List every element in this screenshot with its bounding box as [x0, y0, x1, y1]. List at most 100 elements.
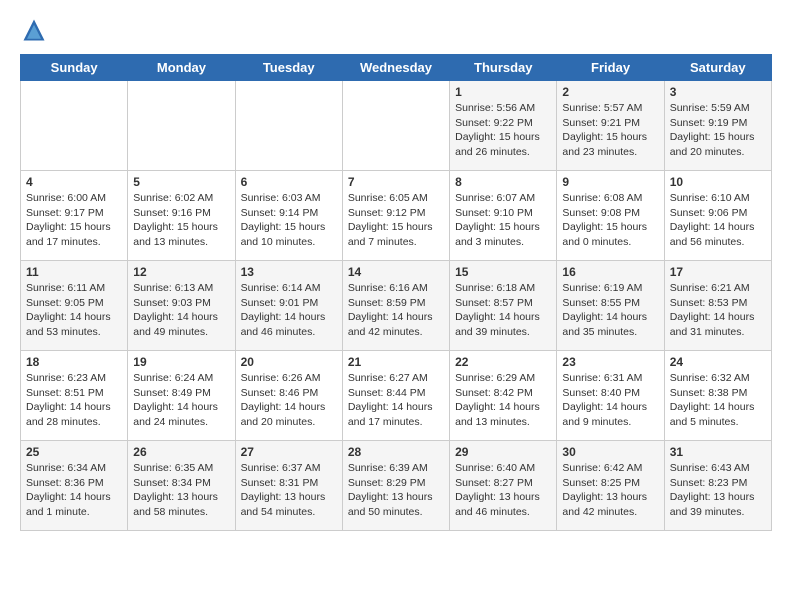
- calendar-cell: 28Sunrise: 6:39 AMSunset: 8:29 PMDayligh…: [342, 441, 449, 531]
- day-info: Daylight: 15 hours: [455, 220, 551, 235]
- day-info: Sunset: 8:29 PM: [348, 476, 444, 491]
- day-info: Daylight: 15 hours: [562, 130, 658, 145]
- calendar-cell: 20Sunrise: 6:26 AMSunset: 8:46 PMDayligh…: [235, 351, 342, 441]
- day-info: Sunset: 8:31 PM: [241, 476, 337, 491]
- day-info: Daylight: 14 hours: [133, 310, 229, 325]
- week-row-1: 1Sunrise: 5:56 AMSunset: 9:22 PMDaylight…: [21, 81, 772, 171]
- day-info: Sunrise: 6:08 AM: [562, 191, 658, 206]
- day-info: Daylight: 13 hours: [670, 490, 766, 505]
- day-info: and 20 minutes.: [670, 145, 766, 160]
- day-info: Sunrise: 6:37 AM: [241, 461, 337, 476]
- day-number: 18: [26, 355, 122, 369]
- day-number: 30: [562, 445, 658, 459]
- day-info: and 9 minutes.: [562, 415, 658, 430]
- day-info: Sunset: 9:03 PM: [133, 296, 229, 311]
- day-info: Daylight: 13 hours: [133, 490, 229, 505]
- day-info: and 13 minutes.: [133, 235, 229, 250]
- day-info: Sunset: 9:17 PM: [26, 206, 122, 221]
- calendar-cell: 17Sunrise: 6:21 AMSunset: 8:53 PMDayligh…: [664, 261, 771, 351]
- day-number: 3: [670, 85, 766, 99]
- day-info: Daylight: 15 hours: [26, 220, 122, 235]
- day-info: Sunrise: 6:24 AM: [133, 371, 229, 386]
- day-info: and 42 minutes.: [348, 325, 444, 340]
- day-info: Daylight: 13 hours: [348, 490, 444, 505]
- day-number: 8: [455, 175, 551, 189]
- day-number: 21: [348, 355, 444, 369]
- day-info: Daylight: 14 hours: [26, 400, 122, 415]
- day-info: Sunset: 8:34 PM: [133, 476, 229, 491]
- day-info: Sunrise: 6:32 AM: [670, 371, 766, 386]
- day-info: Daylight: 14 hours: [670, 400, 766, 415]
- calendar-cell: 10Sunrise: 6:10 AMSunset: 9:06 PMDayligh…: [664, 171, 771, 261]
- day-info: and 53 minutes.: [26, 325, 122, 340]
- day-info: and 39 minutes.: [670, 505, 766, 520]
- day-info: Sunset: 8:57 PM: [455, 296, 551, 311]
- day-info: Daylight: 14 hours: [670, 310, 766, 325]
- day-number: 2: [562, 85, 658, 99]
- day-info: Sunrise: 6:40 AM: [455, 461, 551, 476]
- calendar-cell: 1Sunrise: 5:56 AMSunset: 9:22 PMDaylight…: [450, 81, 557, 171]
- day-info: Sunset: 9:14 PM: [241, 206, 337, 221]
- day-info: and 5 minutes.: [670, 415, 766, 430]
- day-info: Sunset: 8:46 PM: [241, 386, 337, 401]
- day-number: 7: [348, 175, 444, 189]
- calendar-cell: 13Sunrise: 6:14 AMSunset: 9:01 PMDayligh…: [235, 261, 342, 351]
- day-info: Sunrise: 6:21 AM: [670, 281, 766, 296]
- day-info: and 50 minutes.: [348, 505, 444, 520]
- day-info: Sunset: 8:44 PM: [348, 386, 444, 401]
- day-number: 12: [133, 265, 229, 279]
- day-number: 13: [241, 265, 337, 279]
- calendar-cell: 19Sunrise: 6:24 AMSunset: 8:49 PMDayligh…: [128, 351, 235, 441]
- day-info: Daylight: 13 hours: [455, 490, 551, 505]
- day-info: Sunrise: 6:18 AM: [455, 281, 551, 296]
- day-info: Daylight: 15 hours: [348, 220, 444, 235]
- day-info: Sunset: 8:27 PM: [455, 476, 551, 491]
- calendar-cell: 7Sunrise: 6:05 AMSunset: 9:12 PMDaylight…: [342, 171, 449, 261]
- day-info: and 0 minutes.: [562, 235, 658, 250]
- day-info: and 26 minutes.: [455, 145, 551, 160]
- day-info: Daylight: 15 hours: [670, 130, 766, 145]
- day-info: and 20 minutes.: [241, 415, 337, 430]
- day-info: Sunrise: 6:05 AM: [348, 191, 444, 206]
- day-info: and 58 minutes.: [133, 505, 229, 520]
- calendar-cell: 4Sunrise: 6:00 AMSunset: 9:17 PMDaylight…: [21, 171, 128, 261]
- day-number: 20: [241, 355, 337, 369]
- calendar-cell: 29Sunrise: 6:40 AMSunset: 8:27 PMDayligh…: [450, 441, 557, 531]
- day-info: Daylight: 14 hours: [562, 310, 658, 325]
- calendar-cell: 15Sunrise: 6:18 AMSunset: 8:57 PMDayligh…: [450, 261, 557, 351]
- day-number: 28: [348, 445, 444, 459]
- day-number: 23: [562, 355, 658, 369]
- day-info: Sunrise: 5:57 AM: [562, 101, 658, 116]
- week-row-2: 4Sunrise: 6:00 AMSunset: 9:17 PMDaylight…: [21, 171, 772, 261]
- day-info: Sunset: 9:08 PM: [562, 206, 658, 221]
- day-number: 22: [455, 355, 551, 369]
- day-info: Sunset: 8:51 PM: [26, 386, 122, 401]
- day-info: Sunset: 8:25 PM: [562, 476, 658, 491]
- day-info: Sunrise: 6:10 AM: [670, 191, 766, 206]
- logo-icon: [20, 16, 48, 44]
- day-info: Daylight: 14 hours: [455, 310, 551, 325]
- day-info: and 31 minutes.: [670, 325, 766, 340]
- day-info: Sunset: 9:06 PM: [670, 206, 766, 221]
- day-info: Sunset: 8:53 PM: [670, 296, 766, 311]
- calendar-cell: 3Sunrise: 5:59 AMSunset: 9:19 PMDaylight…: [664, 81, 771, 171]
- calendar-table: SundayMondayTuesdayWednesdayThursdayFrid…: [20, 54, 772, 531]
- calendar-header: SundayMondayTuesdayWednesdayThursdayFrid…: [21, 55, 772, 81]
- calendar-cell: 18Sunrise: 6:23 AMSunset: 8:51 PMDayligh…: [21, 351, 128, 441]
- calendar-cell: 12Sunrise: 6:13 AMSunset: 9:03 PMDayligh…: [128, 261, 235, 351]
- day-number: 27: [241, 445, 337, 459]
- calendar-body: 1Sunrise: 5:56 AMSunset: 9:22 PMDaylight…: [21, 81, 772, 531]
- day-info: Daylight: 13 hours: [562, 490, 658, 505]
- day-header-thursday: Thursday: [450, 55, 557, 81]
- day-info: Sunset: 8:36 PM: [26, 476, 122, 491]
- day-info: Sunset: 9:21 PM: [562, 116, 658, 131]
- day-info: Daylight: 15 hours: [241, 220, 337, 235]
- day-number: 16: [562, 265, 658, 279]
- day-info: Sunset: 9:22 PM: [455, 116, 551, 131]
- day-info: Sunrise: 5:59 AM: [670, 101, 766, 116]
- day-info: Sunrise: 6:02 AM: [133, 191, 229, 206]
- day-info: and 23 minutes.: [562, 145, 658, 160]
- calendar-cell: 14Sunrise: 6:16 AMSunset: 8:59 PMDayligh…: [342, 261, 449, 351]
- calendar-cell: 30Sunrise: 6:42 AMSunset: 8:25 PMDayligh…: [557, 441, 664, 531]
- day-info: Sunrise: 5:56 AM: [455, 101, 551, 116]
